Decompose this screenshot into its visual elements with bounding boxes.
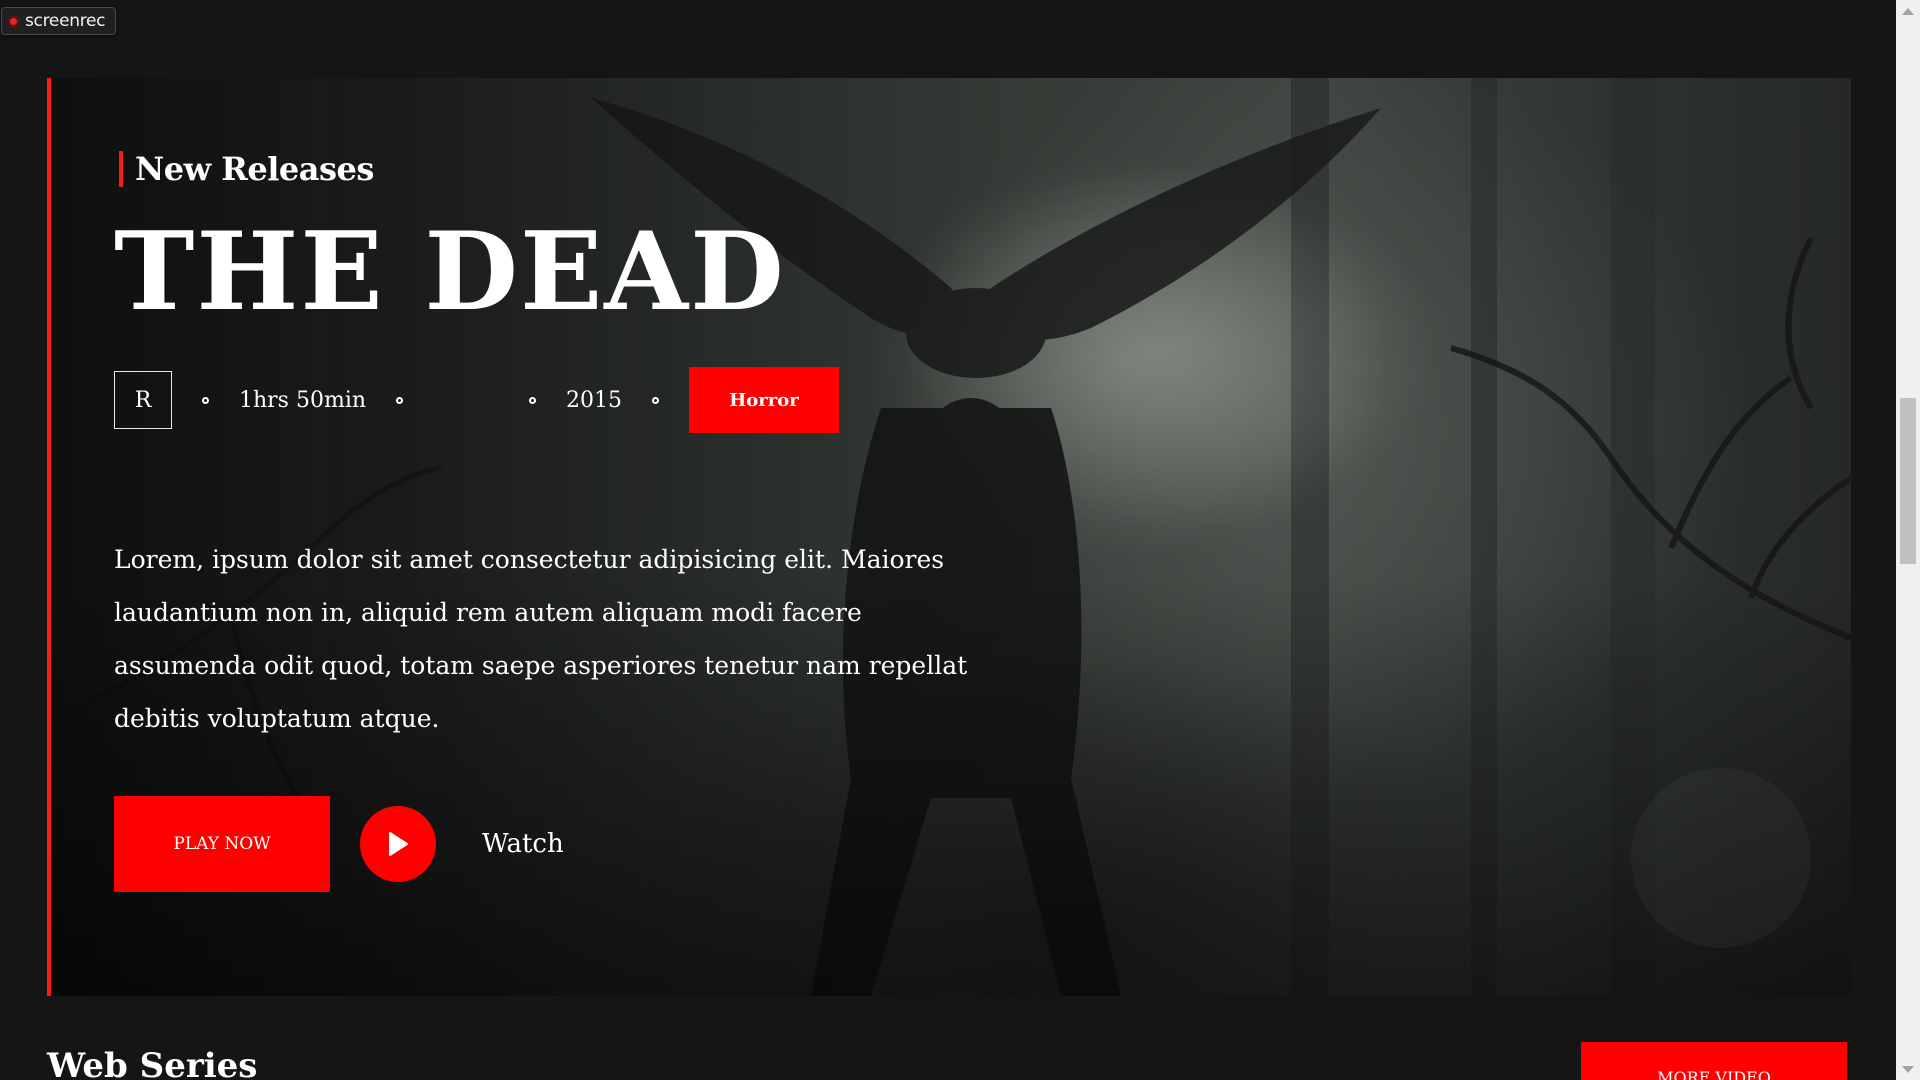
kicker-accent-bar [119, 151, 123, 187]
play-icon [389, 832, 408, 856]
play-now-button[interactable]: PLAY NOW [114, 796, 330, 892]
hero-actions: PLAY NOW Watch [114, 796, 564, 892]
scroll-up-arrow-icon[interactable] [1902, 8, 1914, 15]
hero-content: New Releases THE DEAD R 1hrs 50min 2015 … [114, 78, 1014, 996]
movie-meta-row: R 1hrs 50min 2015 Horror [114, 367, 840, 433]
rating-badge: R [114, 371, 172, 429]
meta-separator-dot [396, 396, 404, 404]
page-viewport: screenrec New Releases THE DEAD R 1hrs 5… [0, 0, 1896, 1080]
web-series-heading: Web Series [47, 1046, 258, 1080]
hero-banner: New Releases THE DEAD R 1hrs 50min 2015 … [47, 78, 1851, 996]
more-video-button[interactable]: MORE VIDEO [1581, 1042, 1847, 1080]
meta-separator-dot [529, 396, 537, 404]
movie-description: Lorem, ipsum dolor sit amet consectetur … [114, 545, 968, 733]
scroll-down-arrow-icon[interactable] [1902, 1066, 1914, 1073]
movie-title: THE DEAD [114, 209, 786, 335]
watch-play-button[interactable] [360, 806, 436, 882]
meta-separator-dot [202, 396, 209, 404]
scrollbar-thumb[interactable] [1900, 398, 1916, 564]
section-kicker: New Releases [119, 150, 374, 188]
year-text: 2015 [566, 387, 623, 413]
duration-text: 1hrs 50min [239, 387, 367, 413]
meta-separator-dot [652, 396, 660, 404]
watch-link[interactable]: Watch [482, 829, 564, 859]
screenrec-badge[interactable]: screenrec [1, 7, 117, 35]
page-scrollbar[interactable] [1896, 0, 1920, 1080]
genre-horror-button[interactable]: Horror [689, 367, 840, 433]
screenrec-label: screenrec [25, 11, 106, 31]
record-dot-icon [8, 15, 19, 27]
kicker-label: New Releases [135, 150, 374, 188]
